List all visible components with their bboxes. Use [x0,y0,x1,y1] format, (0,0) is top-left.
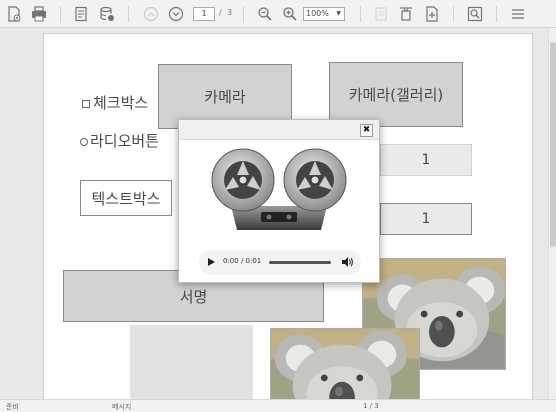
close-icon[interactable]: ✖ [360,124,373,137]
dialog-header: ✖ [179,120,379,140]
play-icon[interactable] [208,258,215,266]
audio-progress-slider[interactable] [269,261,331,264]
tape-recorder-icon [211,148,347,230]
audio-time: 0:00 / 0:01 [223,257,262,265]
volume-icon[interactable] [341,256,353,268]
audio-player: 0:00 / 0:01 [199,250,361,275]
audio-player-dialog: ✖ 0:00 / 0:01 [178,119,380,283]
